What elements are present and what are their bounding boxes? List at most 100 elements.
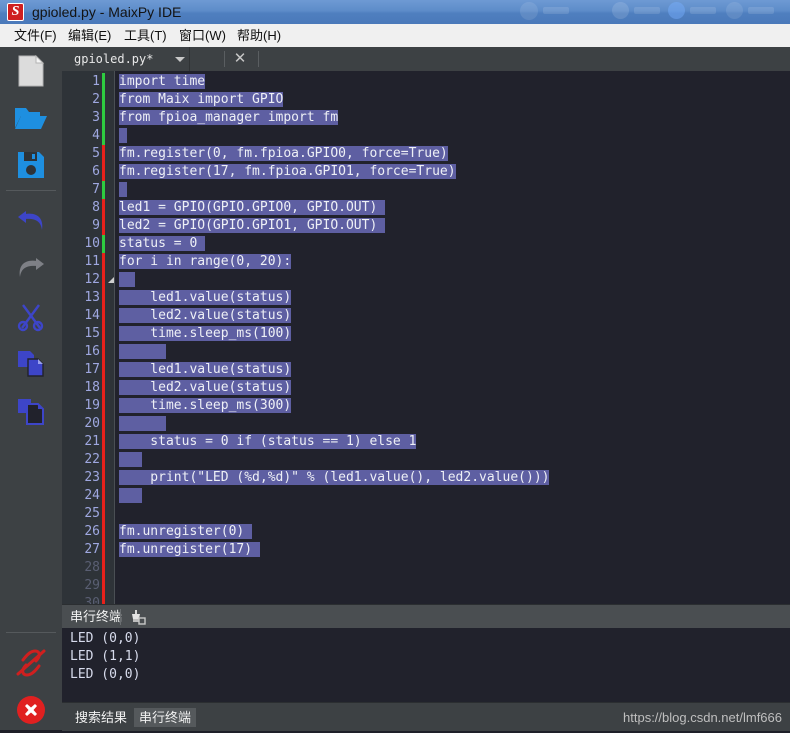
- code-line[interactable]: status = 0 if (status == 1) else 1: [119, 433, 417, 451]
- change-indicator: [102, 91, 105, 109]
- selection-highlight: led2 = GPIO(GPIO.GPIO1, GPIO.OUT): [119, 218, 386, 233]
- selection-highlight: from Maix import GPIO: [119, 92, 284, 107]
- close-icon[interactable]: ✕: [232, 51, 248, 67]
- code-line[interactable]: fm.unregister(0): [119, 523, 253, 541]
- change-indicator: [102, 235, 105, 253]
- editor-tab-strip: gpioled.py* ✕: [62, 47, 790, 72]
- selection-highlight: led2.value(status): [119, 308, 292, 323]
- maixpy-logo-icon: S: [7, 3, 24, 21]
- selection-highlight: for i in range(0, 20):: [119, 254, 292, 269]
- line-number: 26: [84, 524, 100, 539]
- line-number: 12: [84, 272, 100, 287]
- code-line[interactable]: print("LED (%d,%d)" % (led1.value(), led…: [119, 469, 550, 487]
- bottom-tab-search-results[interactable]: 搜索结果: [70, 708, 132, 727]
- code-line[interactable]: [119, 451, 143, 469]
- menu-item-4[interactable]: 窗口(W): [173, 26, 232, 45]
- selection-highlight: status = 0: [119, 236, 206, 251]
- code-line[interactable]: [119, 271, 135, 289]
- terminal-header-divider: [120, 609, 121, 625]
- background-ghost-circle: [612, 2, 629, 19]
- line-number: 7: [92, 182, 100, 197]
- stop-button[interactable]: [0, 686, 62, 733]
- redo-button[interactable]: [0, 246, 62, 293]
- code-line[interactable]: fm.register(17, fm.fpioa.GPIO1, force=Tr…: [119, 163, 456, 181]
- code-line[interactable]: [119, 181, 127, 199]
- code-line[interactable]: fm.register(0, fm.fpioa.GPIO0, force=Tru…: [119, 145, 448, 163]
- paste-button[interactable]: [0, 387, 62, 434]
- code-line[interactable]: led1.value(status): [119, 361, 292, 379]
- change-indicator: [102, 271, 105, 289]
- code-line[interactable]: led2.value(status): [119, 379, 292, 397]
- menu-item-3[interactable]: 工具(T): [118, 26, 173, 45]
- change-indicator: [102, 73, 105, 91]
- line-number: 29: [84, 578, 100, 593]
- disconnect-icon: [14, 648, 48, 678]
- code-line[interactable]: [119, 415, 166, 433]
- change-indicator: [102, 451, 105, 469]
- change-indicator: [102, 289, 105, 307]
- code-line[interactable]: import time: [119, 73, 206, 91]
- background-ghost-circle: [726, 2, 743, 19]
- fold-marker-icon[interactable]: [108, 277, 114, 283]
- line-number: 13: [84, 290, 100, 305]
- selection-highlight: print("LED (%d,%d)" % (led1.value(), led…: [119, 470, 550, 485]
- code-line[interactable]: [119, 487, 143, 505]
- code-area[interactable]: import time from Maix import GPIO from fpi…: [114, 71, 790, 604]
- new-file-button[interactable]: [0, 47, 62, 94]
- undo-button[interactable]: [0, 199, 62, 246]
- disconnect-button[interactable]: [0, 639, 62, 686]
- save-file-button[interactable]: [0, 141, 62, 188]
- code-line[interactable]: time.sleep_ms(300): [119, 397, 292, 415]
- editor-tab-label: gpioled.py*: [74, 52, 154, 66]
- menu-item-5[interactable]: 帮助(H): [231, 26, 287, 45]
- save-file-icon: [16, 150, 46, 180]
- selection-highlight: status = 0 if (status == 1) else 1: [119, 434, 417, 449]
- editor-tab-gpioled[interactable]: gpioled.py*: [66, 47, 191, 71]
- tab-divider: [258, 51, 259, 67]
- terminal-line: LED (1,1): [70, 649, 141, 664]
- selection-highlight: fm.register(17, fm.fpioa.GPIO1, force=Tr…: [119, 164, 456, 179]
- line-number: 24: [84, 488, 100, 503]
- copy-button[interactable]: [0, 340, 62, 387]
- menu-item-2[interactable]: 编辑(E): [62, 26, 117, 45]
- code-line[interactable]: led1 = GPIO(GPIO.GPIO0, GPIO.OUT): [119, 199, 386, 217]
- watermark-text: https://blog.csdn.net/lmf666: [623, 710, 782, 725]
- selection-highlight: [119, 128, 127, 143]
- line-number: 27: [84, 542, 100, 557]
- change-indicator: [102, 523, 105, 541]
- code-line[interactable]: led2.value(status): [119, 307, 292, 325]
- new-file-icon: [17, 54, 45, 87]
- code-line[interactable]: status = 0: [119, 235, 206, 253]
- sidebar-divider: [6, 190, 56, 191]
- code-line[interactable]: time.sleep_ms(100): [119, 325, 292, 343]
- line-number: 10: [84, 236, 100, 251]
- line-number: 2: [92, 92, 100, 107]
- cut-icon: [16, 302, 46, 332]
- code-line[interactable]: from Maix import GPIO: [119, 91, 284, 109]
- code-line[interactable]: from fpioa_manager import fm: [119, 109, 339, 127]
- line-number: 11: [84, 254, 100, 269]
- open-file-button[interactable]: [0, 94, 62, 141]
- change-indicator: [102, 505, 105, 523]
- code-line[interactable]: led1.value(status): [119, 289, 292, 307]
- terminal-output[interactable]: LED (0,0) LED (1,1) LED (0,0): [62, 628, 790, 702]
- line-number: 22: [84, 452, 100, 467]
- line-number: 4: [92, 128, 100, 143]
- cut-button[interactable]: [0, 293, 62, 340]
- code-line[interactable]: for i in range(0, 20):: [119, 253, 292, 271]
- code-line[interactable]: [119, 343, 166, 361]
- line-number: 20: [84, 416, 100, 431]
- code-line[interactable]: fm.unregister(17): [119, 541, 260, 559]
- code-editor[interactable]: import time from Maix import GPIO from fpi…: [62, 71, 790, 604]
- change-indicator: [102, 307, 105, 325]
- code-line[interactable]: led2 = GPIO(GPIO.GPIO1, GPIO.OUT): [119, 217, 386, 235]
- selection-highlight: [119, 182, 127, 197]
- change-indicator: [102, 181, 105, 199]
- selection-highlight: [119, 488, 143, 503]
- chevron-down-icon[interactable]: [175, 56, 186, 62]
- bottom-tab-serial-terminal[interactable]: 串行终端: [134, 708, 197, 727]
- selection-highlight: led1.value(status): [119, 290, 292, 305]
- code-line[interactable]: [119, 127, 127, 145]
- menu-item-1[interactable]: 文件(F): [8, 26, 63, 45]
- undo-icon: [15, 210, 47, 236]
